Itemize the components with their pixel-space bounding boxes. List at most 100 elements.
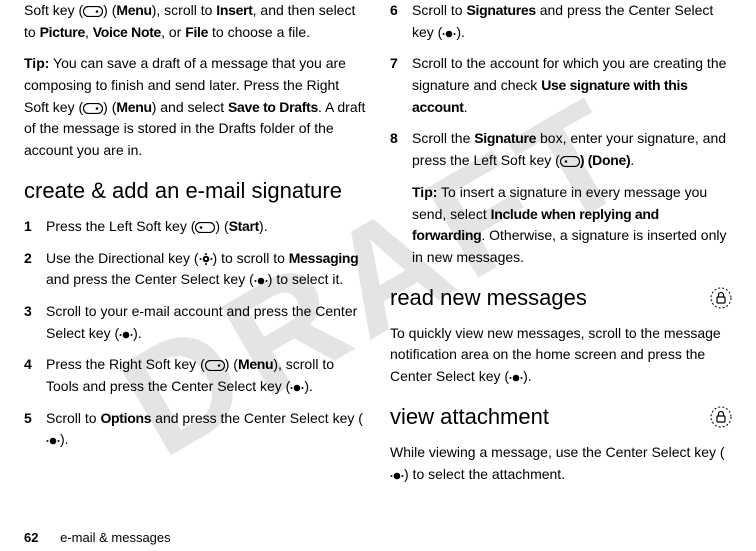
- page-number: 62: [24, 530, 38, 545]
- center-select-icon: [119, 325, 133, 341]
- heading-text: read new messages: [390, 285, 587, 310]
- footer-section: e-mail & messages: [60, 530, 171, 545]
- text: ).: [259, 218, 268, 234]
- softkey-icon: [195, 218, 215, 234]
- tip-paragraph: Tip: To insert a signature in every mess…: [412, 182, 732, 269]
- left-column: Soft key () (Menu), scroll to Insert, an…: [24, 0, 366, 510]
- center-select-icon: [442, 24, 456, 40]
- step-1: 1 Press the Left Soft key ( ) (Start).: [24, 216, 366, 238]
- step-number: 2: [24, 248, 46, 291]
- center-select-icon: [254, 271, 268, 287]
- center-select-icon: [290, 378, 304, 394]
- center-select-icon: [390, 466, 404, 482]
- step-number: 5: [24, 408, 46, 451]
- right-column: 6 Scroll to Signatures and press the Cen…: [390, 0, 732, 510]
- signatures-label: Signatures: [466, 2, 535, 18]
- softkey-icon: [560, 152, 580, 168]
- step-number: 6: [390, 0, 412, 43]
- text: To quickly view new messages, scroll to …: [390, 325, 721, 384]
- step-number: 8: [390, 128, 412, 171]
- done-label: ) (Done): [580, 152, 630, 168]
- step-body: Press the Right Soft key () (Menu), scro…: [46, 354, 366, 397]
- text: While viewing a message, use the Center …: [390, 444, 725, 460]
- lock-icon: [710, 402, 732, 436]
- read-messages-heading: read new messages: [390, 281, 732, 315]
- text: ) (: [215, 218, 228, 234]
- text: Scroll to your e-mail account and press …: [46, 303, 357, 341]
- insert-label: Insert: [216, 2, 252, 18]
- text: ) to select the attachment.: [404, 466, 565, 482]
- center-select-icon: [46, 431, 60, 447]
- step-number: 4: [24, 354, 46, 397]
- text: to choose a file.: [208, 24, 310, 40]
- messaging-label: Messaging: [289, 250, 359, 266]
- softkey-icon: [83, 99, 103, 115]
- options-label: Options: [100, 410, 151, 426]
- text: and press the Center Select key (: [151, 410, 363, 426]
- text: ) and select: [152, 99, 228, 115]
- step-number: 1: [24, 216, 46, 238]
- text: ).: [456, 24, 465, 40]
- read-messages-body: To quickly view new messages, scroll to …: [390, 323, 732, 388]
- tip-label: Tip:: [24, 55, 49, 71]
- text: ) to select it.: [268, 271, 343, 287]
- softkey-icon: [205, 356, 225, 372]
- picture-label: Picture: [40, 24, 85, 40]
- text: ), scroll to: [152, 2, 217, 18]
- step-8: 8 Scroll the Signature box, enter your s…: [390, 128, 732, 171]
- file-label: File: [185, 24, 208, 40]
- text: ) to scroll to: [213, 250, 289, 266]
- step-4: 4 Press the Right Soft key () (Menu), sc…: [24, 354, 366, 397]
- step-body: Use the Directional key () to scroll to …: [46, 248, 366, 291]
- text: Scroll to: [412, 2, 466, 18]
- tip-label: Tip:: [412, 184, 437, 200]
- lock-icon: [710, 283, 732, 317]
- start-label: Start: [229, 218, 259, 234]
- page-footer: 62 e-mail & messages: [24, 530, 171, 545]
- softkey-icon: [83, 2, 103, 18]
- text: Scroll the: [412, 130, 474, 146]
- text: Press the Right Soft key (: [46, 356, 205, 372]
- voice-note-label: Voice Note: [93, 24, 161, 40]
- text: and press the Center Select key (: [46, 271, 254, 287]
- tip-paragraph: Tip: You can save a draft of a message t…: [24, 53, 366, 161]
- step-number: 7: [390, 53, 412, 118]
- step-body: Scroll to your e-mail account and press …: [46, 301, 366, 344]
- step-3: 3 Scroll to your e-mail account and pres…: [24, 301, 366, 344]
- menu-label: Menu: [116, 99, 151, 115]
- page-content: Soft key () (Menu), scroll to Insert, an…: [0, 0, 756, 520]
- signature-label: Signature: [474, 130, 536, 146]
- step-7: 7 Scroll to the account for which you ar…: [390, 53, 732, 118]
- heading-text: view attachment: [390, 404, 549, 429]
- step-body: Scroll the Signature box, enter your sig…: [412, 128, 732, 171]
- view-attachment-heading: view attachment: [390, 400, 732, 434]
- save-to-drafts-label: Save to Drafts: [228, 99, 318, 115]
- text: Scroll to: [46, 410, 100, 426]
- step-body: Press the Left Soft key ( ) (Start).: [46, 216, 366, 238]
- text: Press the Left Soft key (: [46, 218, 195, 234]
- text: .: [464, 99, 468, 115]
- text: ).: [133, 325, 142, 341]
- text: ).: [304, 378, 313, 394]
- signature-heading: create & add an e-mail signature: [24, 174, 366, 208]
- text: ,: [85, 24, 93, 40]
- text: ) (: [103, 2, 116, 18]
- text: Soft key (: [24, 2, 83, 18]
- step-6: 6 Scroll to Signatures and press the Cen…: [390, 0, 732, 43]
- directional-key-icon: [199, 250, 213, 266]
- text: ) (: [103, 99, 116, 115]
- view-attachment-body: While viewing a message, use the Center …: [390, 442, 732, 485]
- menu-label: Menu: [116, 2, 151, 18]
- menu-label: Menu: [238, 356, 273, 372]
- text: ).: [60, 431, 69, 447]
- text: ).: [523, 368, 532, 384]
- step-body: Scroll to the account for which you are …: [412, 53, 732, 118]
- text: .: [630, 152, 634, 168]
- text: Use the Directional key (: [46, 250, 199, 266]
- text: , or: [161, 24, 185, 40]
- top-continuation-paragraph: Soft key () (Menu), scroll to Insert, an…: [24, 0, 366, 43]
- step-number: 3: [24, 301, 46, 344]
- step-5: 5 Scroll to Options and press the Center…: [24, 408, 366, 451]
- step-body: Scroll to Options and press the Center S…: [46, 408, 366, 451]
- step-2: 2 Use the Directional key ( ) to scroll t…: [24, 248, 366, 291]
